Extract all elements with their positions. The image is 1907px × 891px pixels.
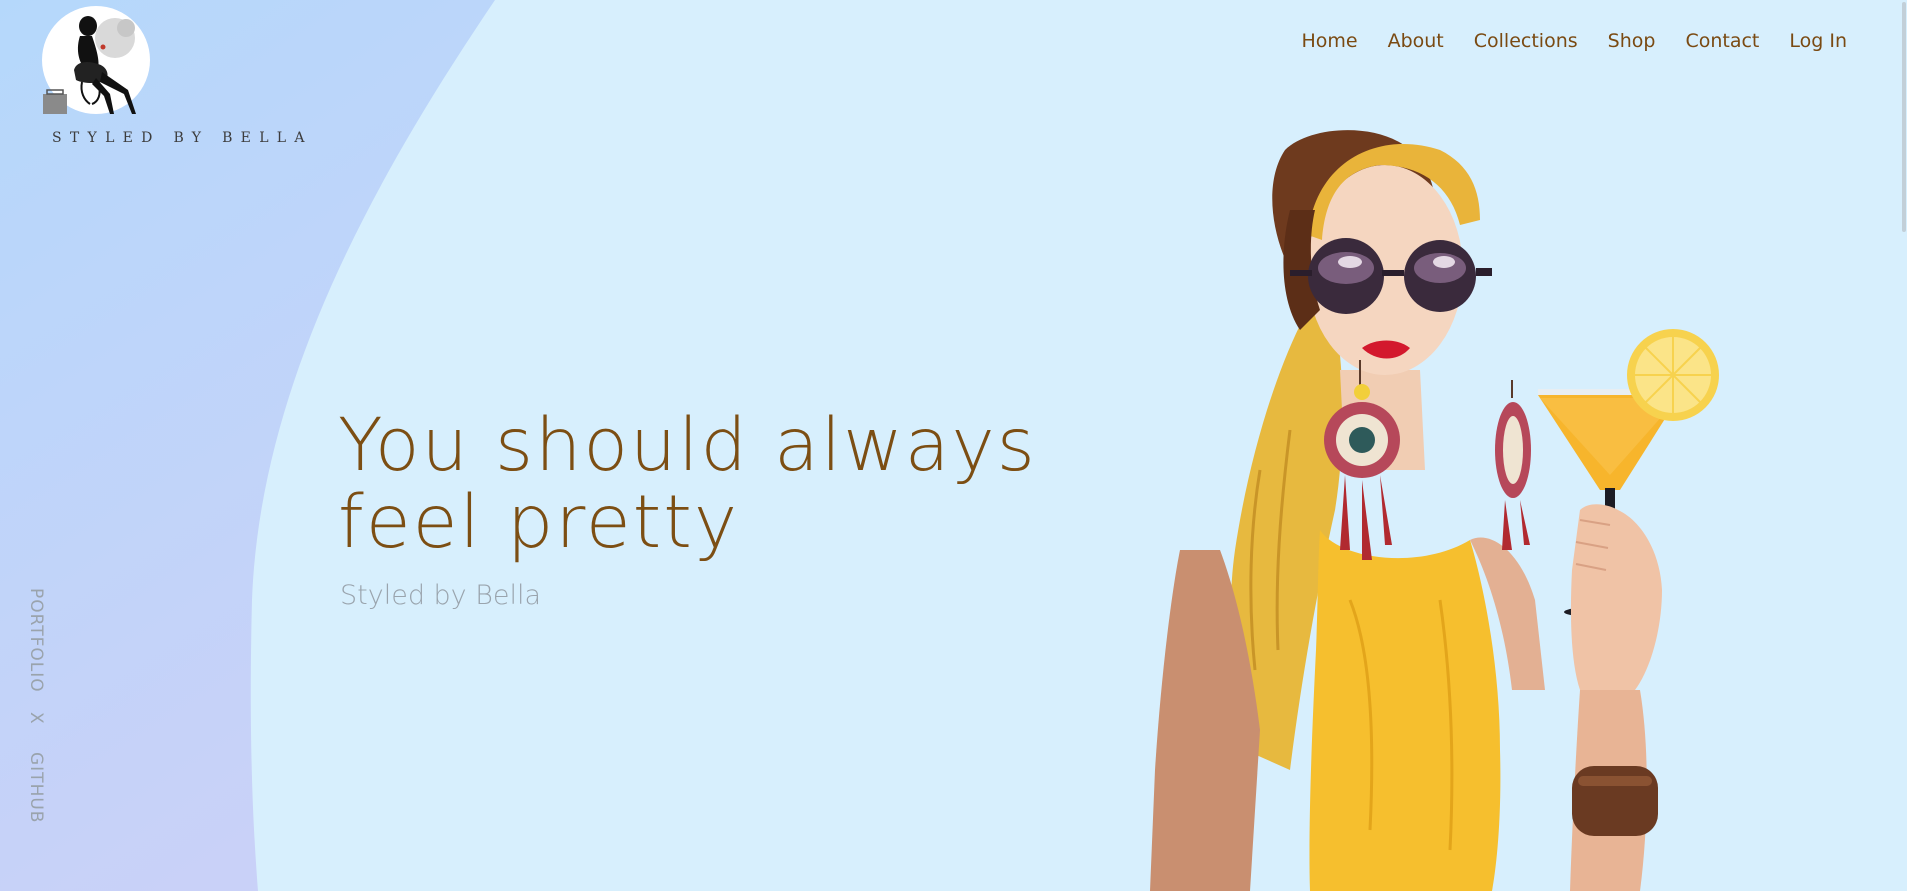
nav-shop[interactable]: Shop <box>1608 30 1656 52</box>
nav-login[interactable]: Log In <box>1789 30 1847 52</box>
github-link[interactable]: GITHUB <box>26 752 46 823</box>
nav-collections[interactable]: Collections <box>1474 30 1578 52</box>
hero-model-image <box>1150 130 1719 891</box>
side-separator: X <box>26 712 46 725</box>
scrollbar-thumb[interactable] <box>1902 2 1906 232</box>
brand-logo[interactable] <box>40 4 152 116</box>
nav-contact[interactable]: Contact <box>1685 30 1759 52</box>
landing-page: STYLED BY BELLA Home About Collections S… <box>0 0 1907 891</box>
page-scrollbar[interactable] <box>1901 0 1907 891</box>
nav-home[interactable]: Home <box>1301 30 1357 52</box>
portfolio-link[interactable]: PORTFOLIO <box>26 588 46 693</box>
hero-title-line-2: feel pretty <box>338 480 740 565</box>
hero-title-line-1: You should always <box>338 403 1037 488</box>
brand-name: STYLED BY BELLA <box>52 130 313 146</box>
hero-title: You should always feel pretty <box>338 407 1058 561</box>
main-nav: Home About Collections Shop Contact Log … <box>1301 30 1847 52</box>
side-links: PORTFOLIO X GITHUB <box>26 588 46 828</box>
hero-subtitle: Styled by Bella <box>340 580 542 611</box>
nav-about[interactable]: About <box>1388 30 1444 52</box>
